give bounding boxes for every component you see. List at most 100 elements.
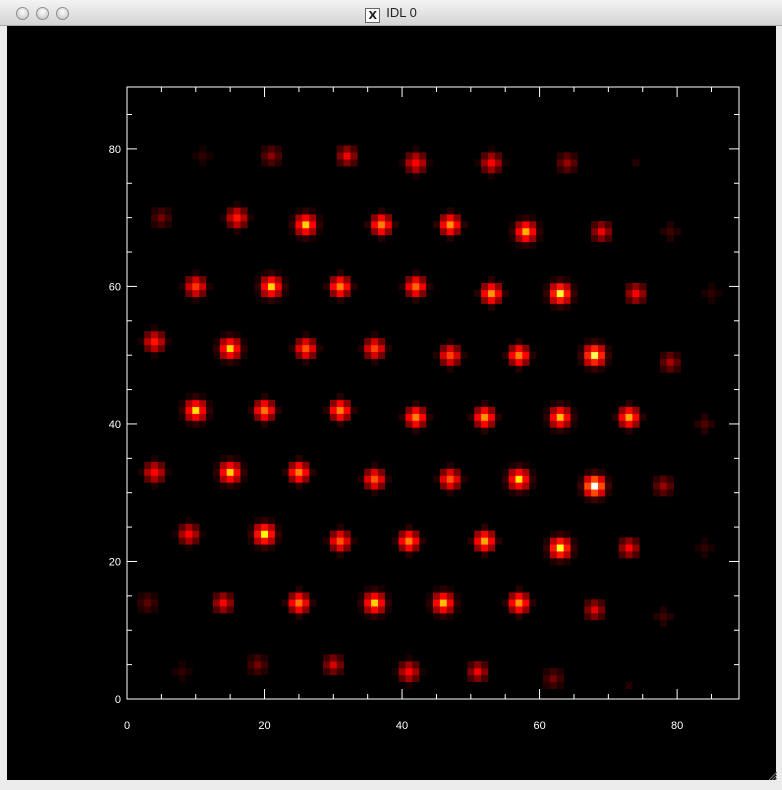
heatmap-pixel xyxy=(240,475,248,483)
heatmap-pixel xyxy=(309,599,317,607)
heatmap-spot xyxy=(261,145,283,167)
heatmap-pixel xyxy=(384,221,393,229)
heatmap-pixel xyxy=(481,661,489,669)
heatmap-pixel xyxy=(144,599,152,607)
heatmap-pixel xyxy=(474,537,482,545)
heatmap-pixel xyxy=(192,420,200,428)
heatmap-pixel xyxy=(549,289,558,298)
heatmap-pixel xyxy=(453,475,461,483)
heatmap-pixel xyxy=(529,234,537,243)
heatmap-spot xyxy=(219,200,255,236)
heatmap-pixel xyxy=(439,592,448,600)
heatmap-pixel xyxy=(364,337,372,346)
heatmap-pixel xyxy=(261,668,269,676)
heatmap-pixel xyxy=(137,337,145,346)
heatmap-pixel xyxy=(419,289,427,298)
heatmap-pixel xyxy=(192,282,200,291)
heatmap-pixel xyxy=(357,599,365,607)
heatmap-pixel xyxy=(267,537,276,545)
heatmap-pixel xyxy=(371,468,379,476)
heatmap-pixel xyxy=(144,337,152,346)
heatmap-pixel xyxy=(336,406,344,414)
heatmap-pixel xyxy=(543,413,551,421)
heatmap-pixel xyxy=(515,475,523,483)
heatmap-pixel xyxy=(371,613,379,621)
heatmap-pixel xyxy=(295,214,303,222)
heatmap-pixel xyxy=(329,544,338,552)
heatmap-pixel xyxy=(144,475,152,483)
heatmap-pixel xyxy=(316,227,324,236)
heatmap-pixel xyxy=(446,365,454,373)
heatmap-pixel xyxy=(322,282,331,291)
heatmap-pixel xyxy=(309,468,317,476)
heatmap-pixel xyxy=(543,296,551,304)
heatmap-pixel xyxy=(185,420,193,428)
heatmap-spot xyxy=(212,592,234,614)
heatmap-pixel xyxy=(460,221,468,229)
heatmap-pixel xyxy=(226,599,234,607)
heatmap-pixel xyxy=(446,606,454,614)
heatmap-pixel xyxy=(632,420,640,428)
heatmap-pixel xyxy=(185,393,193,401)
title-bar[interactable]: X IDL 0 xyxy=(0,0,782,26)
heatmap-pixel xyxy=(604,475,613,483)
heatmap-pixel xyxy=(295,344,303,353)
heatmap-pixel xyxy=(522,599,530,607)
heatmap-pixel xyxy=(598,358,606,366)
heatmap-pixel xyxy=(598,482,606,490)
heatmap-spot xyxy=(398,399,434,435)
heatmap-pixel xyxy=(371,351,379,359)
heatmap-pixel xyxy=(295,585,303,593)
heatmap-spot xyxy=(501,337,537,373)
heatmap-pixel xyxy=(377,351,386,359)
heatmap-pixel xyxy=(598,337,606,346)
heatmap-pixel xyxy=(261,530,269,538)
heatmap-pixel xyxy=(295,221,303,229)
heatmap-pixel xyxy=(433,599,441,607)
heatmap-pixel xyxy=(219,358,228,366)
heatmap-pixel xyxy=(515,606,523,614)
heatmap-pixel xyxy=(178,399,186,408)
heatmap-spot xyxy=(659,221,681,243)
heatmap-pixel xyxy=(357,475,365,483)
heatmap-pixel xyxy=(474,530,482,538)
heatmap-pixel xyxy=(659,482,668,490)
heatmap-pixel xyxy=(371,331,379,339)
heatmap-pixel xyxy=(233,344,241,353)
heatmap-pixel xyxy=(151,324,159,332)
heatmap-pixel xyxy=(384,606,393,614)
heatmap-pixel xyxy=(488,296,496,304)
heatmap-pixel xyxy=(295,234,303,243)
heatmap-pixel xyxy=(267,159,276,167)
heatmap-pixel xyxy=(371,221,379,229)
heatmap-pixel xyxy=(536,221,544,229)
heatmap-pixel xyxy=(151,606,159,614)
heatmap-pixel xyxy=(384,599,393,607)
heatmap-pixel xyxy=(481,530,489,538)
heatmap-pixel xyxy=(570,159,578,167)
heatmap-pixel xyxy=(446,592,454,600)
heatmap-pixel xyxy=(563,427,571,435)
heatmap-pixel xyxy=(261,537,269,545)
heatmap-pixel xyxy=(419,413,427,421)
heatmap-pixel xyxy=(199,393,207,401)
heatmap-pixel xyxy=(322,537,331,545)
heatmap-pixel xyxy=(151,331,159,339)
heatmap-pixel xyxy=(577,489,585,497)
heatmap-image xyxy=(137,145,723,689)
heatmap-pixel xyxy=(508,344,516,353)
heatmap-pixel xyxy=(673,351,681,359)
heatmap-pixel xyxy=(199,145,207,153)
heatmap-pixel xyxy=(295,606,303,614)
heatmap-spot xyxy=(508,214,544,249)
heatmap-pixel xyxy=(556,537,564,545)
heatmap-pixel xyxy=(261,413,269,421)
heatmap-pixel xyxy=(405,551,413,559)
heatmap-pixel xyxy=(212,337,221,346)
heatmap-pixel xyxy=(494,296,503,304)
heatmap-pixel xyxy=(639,282,647,291)
heatmap-pixel xyxy=(515,489,523,497)
heatmap-pixel xyxy=(522,475,530,483)
heatmap-pixel xyxy=(192,413,200,421)
resize-grip-icon[interactable] xyxy=(767,770,777,780)
